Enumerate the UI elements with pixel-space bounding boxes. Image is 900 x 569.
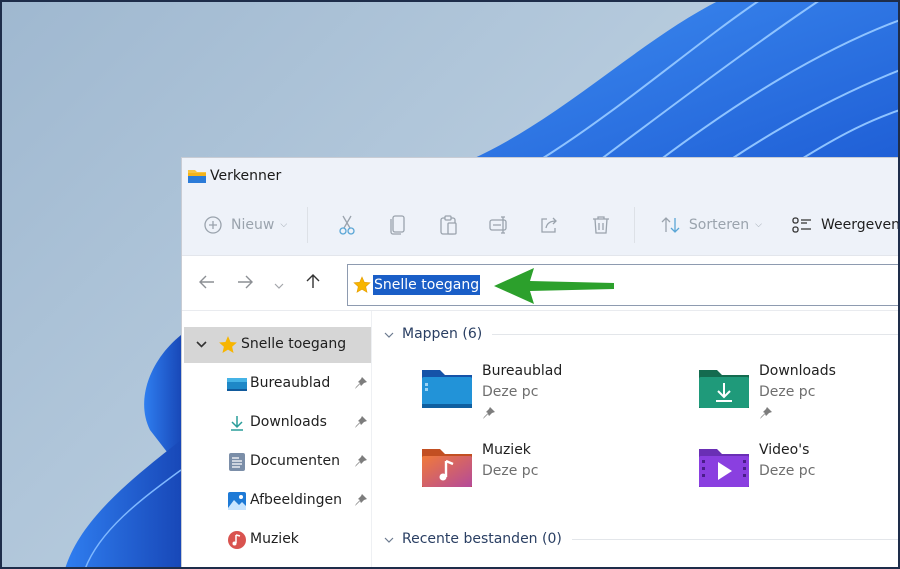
command-bar: Nieuw ⌵ Sorteren ⌵ Weergeven — [182, 194, 900, 256]
pin-icon[interactable] — [354, 454, 368, 468]
rename-button[interactable] — [474, 207, 525, 243]
recent-files-section-label: Recente bestanden (0) — [402, 531, 562, 547]
folder-location: Deze pc — [759, 463, 816, 479]
star-icon — [218, 335, 238, 355]
toolbar-divider — [307, 206, 309, 243]
document-icon — [227, 452, 247, 472]
sidebar-item-label: Snelle toegang — [241, 336, 347, 352]
delete-icon — [592, 215, 610, 235]
desktop-icon — [227, 374, 247, 394]
copy-icon — [390, 214, 406, 235]
sort-button[interactable]: Sorteren ⌵ — [661, 207, 762, 243]
section-divider — [571, 538, 900, 540]
toolbar-divider — [633, 206, 635, 243]
share-icon — [540, 216, 560, 234]
pin-icon[interactable] — [354, 493, 368, 507]
pin-icon[interactable] — [354, 376, 368, 390]
sort-label: Sorteren — [688, 216, 750, 233]
sort-icon — [661, 216, 681, 234]
chevron-down-icon[interactable] — [196, 338, 207, 351]
music-folder-icon — [420, 445, 474, 489]
pictures-icon — [227, 491, 247, 511]
paste-icon — [440, 214, 458, 235]
cut-button[interactable] — [322, 207, 373, 243]
music-icon — [227, 530, 247, 550]
folders-section-header[interactable]: Mappen (6) — [384, 326, 900, 342]
view-label: Weergeven — [820, 216, 900, 233]
new-button[interactable]: Nieuw ⌵ — [204, 207, 287, 243]
view-list-icon — [792, 216, 812, 233]
folder-tile-downloads[interactable]: Downloads Deze pc — [697, 363, 900, 427]
sidebar-item-downloads[interactable]: Downloads — [184, 405, 371, 441]
new-label: Nieuw — [231, 216, 275, 233]
downloads-folder-icon — [697, 366, 751, 410]
up-arrow-icon — [306, 273, 320, 293]
folder-name: Video's — [759, 442, 810, 458]
window-title: Verkenner — [210, 168, 282, 184]
videos-folder-icon — [697, 445, 751, 489]
folder-name: Bureaublad — [482, 363, 563, 379]
download-icon — [227, 413, 247, 433]
address-bar-text[interactable]: Snelle toegang — [373, 275, 481, 295]
share-button[interactable] — [525, 207, 576, 243]
forward-arrow-icon — [237, 274, 253, 293]
sidebar-item-label: Documenten — [250, 453, 341, 469]
delete-button[interactable] — [575, 207, 626, 243]
pin-icon — [759, 405, 773, 419]
sidebar-item-label: Afbeeldingen — [250, 492, 343, 508]
file-explorer-window: Verkenner Nieuw ⌵ Sorteren ⌵ Weergeven S… — [181, 157, 900, 569]
sidebar-item-label: Muziek — [250, 531, 299, 547]
chevron-down-icon — [384, 533, 394, 546]
annotation-arrow — [494, 268, 614, 304]
title-bar: Verkenner — [182, 158, 900, 194]
folder-tile-music[interactable]: Muziek Deze pc — [420, 442, 680, 506]
folder-location: Deze pc — [759, 384, 816, 400]
sidebar-item-music[interactable]: Muziek — [184, 522, 371, 558]
chevron-down-icon — [384, 328, 394, 341]
recent-locations-button[interactable] — [264, 274, 294, 293]
folders-section-label: Mappen (6) — [402, 326, 483, 342]
chevron-down-icon — [274, 274, 284, 293]
sidebar-item-documents[interactable]: Documenten — [184, 444, 371, 480]
folder-tile-desktop[interactable]: Bureaublad Deze pc — [420, 363, 680, 427]
star-icon — [353, 276, 371, 294]
pin-icon[interactable] — [354, 415, 368, 429]
folder-name: Muziek — [482, 442, 531, 458]
sidebar-item-label: Downloads — [250, 414, 327, 430]
navigation-pane: Snelle toegang Bureaublad Downloads Docu… — [182, 311, 372, 569]
plus-circle-icon — [204, 215, 222, 234]
folder-location: Deze pc — [482, 463, 539, 479]
copy-button[interactable] — [373, 207, 424, 243]
content-pane: Mappen (6) Bureaublad Deze pc Downloads … — [372, 311, 900, 569]
back-button[interactable] — [188, 274, 226, 293]
back-arrow-icon — [199, 274, 215, 293]
rename-icon — [489, 215, 509, 234]
address-bar[interactable]: Snelle toegang — [347, 264, 900, 306]
up-button[interactable] — [294, 273, 332, 293]
view-button[interactable]: Weergeven — [792, 207, 900, 243]
folder-name: Downloads — [759, 363, 836, 379]
sidebar-item-quick-access[interactable]: Snelle toegang — [184, 327, 371, 363]
chevron-down-icon: ⌵ — [280, 219, 288, 230]
folder-tile-videos[interactable]: Video's Deze pc — [697, 442, 900, 506]
chevron-down-icon: ⌵ — [755, 219, 762, 230]
sidebar-item-desktop[interactable]: Bureaublad — [184, 366, 371, 402]
desktop-folder-icon — [420, 366, 474, 410]
forward-button[interactable] — [226, 274, 264, 293]
paste-button[interactable] — [423, 207, 474, 243]
sidebar-item-label: Bureaublad — [250, 375, 331, 391]
folder-icon — [187, 167, 207, 185]
recent-files-section-header[interactable]: Recente bestanden (0) — [384, 531, 900, 547]
pin-icon — [482, 405, 496, 419]
sidebar-item-pictures[interactable]: Afbeeldingen — [184, 483, 371, 519]
folder-location: Deze pc — [482, 384, 539, 400]
section-divider — [492, 333, 900, 335]
cut-icon — [338, 215, 356, 235]
